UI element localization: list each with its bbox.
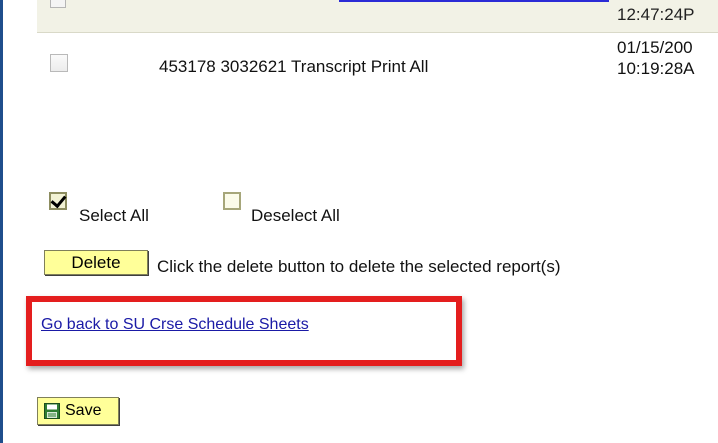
previous-row-time: 12:47:24P <box>617 5 695 24</box>
deselect-all-checkbox[interactable] <box>223 192 241 210</box>
save-label: Save <box>65 402 102 419</box>
save-button[interactable]: Save <box>37 397 119 425</box>
select-all-checkbox[interactable] <box>49 191 67 210</box>
back-link[interactable]: Go back to SU Crse Schedule Sheets <box>41 316 309 334</box>
report-time: 10:19:28A <box>617 59 695 78</box>
delete-hint: Click the delete button to delete the se… <box>157 257 561 276</box>
deselect-all-label[interactable]: Deselect All <box>251 206 340 226</box>
table-row: 453178 3032621 Transcript Print All 01/1… <box>37 33 718 89</box>
report-date: 01/15/200 <box>617 38 693 57</box>
report-datetime: 01/15/200 10:19:28A <box>617 37 695 79</box>
report-description: 453178 3032621 Transcript Print All <box>159 57 429 76</box>
row-checkbox[interactable] <box>50 54 68 72</box>
save-icon <box>44 403 60 419</box>
checkmark-icon <box>50 191 67 209</box>
row-checkbox-previous[interactable] <box>50 0 66 8</box>
previous-row-link-underline[interactable] <box>339 0 609 2</box>
delete-button[interactable]: Delete <box>44 250 148 275</box>
left-border <box>0 0 3 443</box>
table-row-previous: 12:47:24P <box>37 0 718 33</box>
select-all-label[interactable]: Select All <box>79 206 149 226</box>
